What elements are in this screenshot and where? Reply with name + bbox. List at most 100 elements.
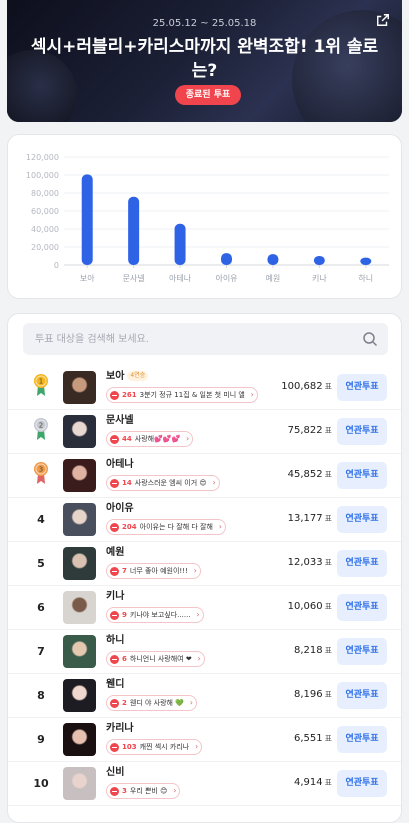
rank-number: 7	[37, 645, 45, 658]
x-tick-label: 하니	[358, 273, 373, 283]
vote-title: 섹시+러블리+카리스마까지 완벽조합! 1위 솔로는?	[30, 37, 379, 81]
comment-chip[interactable]: 6 하니언니 사랑해여 ❤ ›	[106, 651, 205, 667]
related-vote-button[interactable]: 연관투표	[337, 374, 387, 401]
avatar[interactable]	[63, 503, 96, 536]
related-vote-button[interactable]: 연관투표	[337, 726, 387, 753]
comment-chip[interactable]: 14 사랑스러운 엠씨 이거 😍 ›	[106, 475, 220, 491]
list-item[interactable]: 6 키나 9 키나야 보고싶다...... › 10,060 표 연관투표	[8, 586, 401, 630]
related-vote-button[interactable]: 연관투표	[337, 594, 387, 621]
comment-chip[interactable]: 9 키나야 보고싶다...... ›	[106, 607, 204, 623]
candidate-name[interactable]: 웬디	[106, 678, 124, 692]
comment-chip[interactable]: 7 너무 좋아 예원이!!! ›	[106, 563, 201, 579]
silver-medal-icon: 2	[34, 418, 48, 440]
candidate-name[interactable]: 아테나	[106, 458, 134, 472]
list-item[interactable]: 5 예원 7 너무 좋아 예원이!!! › 12,033 표 연관투표	[8, 542, 401, 586]
avatar[interactable]	[63, 635, 96, 668]
search-input[interactable]	[23, 323, 343, 355]
vote-count: 10,060 표	[288, 601, 332, 612]
vote-count: 45,852 표	[288, 469, 332, 480]
comment-chip[interactable]: 2 웬디 야 사랑해 💚 ›	[106, 695, 197, 711]
vote-result-chart-card: 0 20,000 40,000 60,000 80,000 100,000 120,000 보…	[7, 134, 402, 299]
vote-unit: 표	[324, 426, 332, 435]
comment-count: 9	[122, 611, 127, 619]
list-item[interactable]: 8 웬디 2 웬디 야 사랑해 💚 › 8,196 표 연관투표	[8, 674, 401, 718]
candidate-name[interactable]: 하니	[106, 634, 124, 648]
list-item[interactable]: 9 카리나 103 캐찐 섹시 카리나 › 6,551 표 연관투표	[8, 718, 401, 762]
vote-count-value: 6,551	[293, 733, 323, 744]
vote-count: 12,033 표	[288, 557, 332, 568]
related-vote-button[interactable]: 연관투표	[337, 638, 387, 665]
vote-count: 75,822 표	[288, 425, 332, 436]
comment-chip[interactable]: 204 아이유는 다 잘해 다 잘해 ›	[106, 519, 226, 535]
candidate-name-text: 카리나	[106, 723, 134, 734]
chevron-right-icon: ›	[194, 742, 199, 751]
list-item[interactable]: 3 아테나 14 사랑스러운 엠씨 이거 😍 › 45,852 표 연관투표	[8, 454, 401, 498]
vote-count-value: 12,033	[287, 557, 323, 568]
candidate-name[interactable]: 예원	[106, 546, 124, 560]
chevron-right-icon: ›	[218, 522, 222, 531]
candidate-name[interactable]: 보아 4연승	[106, 370, 149, 384]
vote-unit: 표	[324, 646, 332, 655]
comment-text: 너무 좋아 예원이!!!	[129, 567, 188, 575]
avatar[interactable]	[63, 547, 96, 580]
y-tick-label: 20,000	[31, 243, 59, 252]
vote-unit: 표	[324, 602, 332, 611]
candidate-name[interactable]: 아이유	[106, 502, 134, 516]
candidate-name[interactable]: 문사넬	[106, 414, 134, 428]
vote-count-value: 4,914	[293, 777, 323, 788]
comment-chip[interactable]: 3 우리 쁜비 😊 ›	[106, 783, 181, 799]
vote-unit: 표	[324, 690, 332, 699]
x-tick-label: 아테나	[169, 273, 192, 283]
comment-text: 키나야 보고싶다......	[129, 611, 191, 619]
chevron-right-icon: ›	[250, 390, 254, 399]
search-icon[interactable]	[362, 331, 378, 347]
comment-text: 하니언니 사랑해여 ❤	[129, 655, 192, 663]
vote-count: 6,551 표	[294, 733, 332, 744]
rank-number: 5	[37, 557, 45, 570]
avatar[interactable]	[63, 591, 96, 624]
list-item[interactable]: 1 보아 4연승 261 3분기 정규 11집 & 일본 첫 미니 앨 › 100,…	[8, 366, 401, 410]
avatar[interactable]	[63, 415, 96, 448]
rank-number: 2	[39, 422, 43, 430]
bronze-medal-icon: 3	[34, 462, 48, 484]
related-vote-button[interactable]: 연관투표	[337, 506, 387, 533]
candidate-name[interactable]: 키나	[106, 590, 124, 604]
comment-icon	[110, 787, 119, 796]
external-link-icon[interactable]	[376, 13, 390, 27]
related-vote-button[interactable]: 연관투표	[337, 550, 387, 577]
avatar[interactable]	[63, 371, 96, 404]
chevron-right-icon: ›	[197, 654, 201, 663]
comment-chip[interactable]: 261 3분기 정규 11집 & 일본 첫 미니 앨 ›	[106, 387, 258, 403]
candidate-name-text: 아이유	[106, 503, 134, 514]
comment-chip[interactable]: 44 사랑해💕💕💕 ›	[106, 431, 194, 447]
vote-count-value: 13,177	[287, 513, 323, 524]
comment-text: 3분기 정규 11집 & 일본 첫 미니 앨	[139, 391, 245, 399]
rank-number: 10	[33, 777, 49, 790]
avatar[interactable]	[63, 459, 96, 492]
comment-icon	[110, 699, 119, 708]
vote-count-value: 75,822	[287, 425, 323, 436]
list-item[interactable]: 10 신비 3 우리 쁜비 😊 › 4,914 표 연관투표	[8, 762, 401, 806]
comment-icon	[110, 567, 119, 576]
related-vote-button[interactable]: 연관투표	[337, 682, 387, 709]
y-tick-label: 0	[54, 261, 59, 270]
candidate-name[interactable]: 신비	[106, 766, 124, 780]
list-item[interactable]: 4 아이유 204 아이유는 다 잘해 다 잘해 › 13,177 표 연관투표	[8, 498, 401, 542]
avatar[interactable]	[63, 767, 96, 800]
vote-unit: 표	[324, 778, 332, 787]
vote-unit: 표	[324, 382, 332, 391]
rank-number: 3	[39, 466, 43, 474]
related-vote-button[interactable]: 연관투표	[337, 770, 387, 797]
related-vote-button[interactable]: 연관투표	[337, 462, 387, 489]
avatar[interactable]	[63, 723, 96, 756]
comment-chip[interactable]: 103 캐찐 섹시 카리나 ›	[106, 739, 203, 755]
list-item[interactable]: 2 문사넬 44 사랑해💕💕💕 › 75,822 표 연관투표	[8, 410, 401, 454]
comment-count: 103	[122, 743, 137, 751]
avatar[interactable]	[63, 679, 96, 712]
vote-unit: 표	[324, 470, 332, 479]
related-vote-button[interactable]: 연관투표	[337, 418, 387, 445]
candidate-name[interactable]: 카리나	[106, 722, 134, 736]
vote-count: 8,196 표	[294, 689, 332, 700]
list-item[interactable]: 7 하니 6 하니언니 사랑해여 ❤ › 8,218 표 연관투표	[8, 630, 401, 674]
candidate-name-text: 키나	[106, 591, 125, 602]
